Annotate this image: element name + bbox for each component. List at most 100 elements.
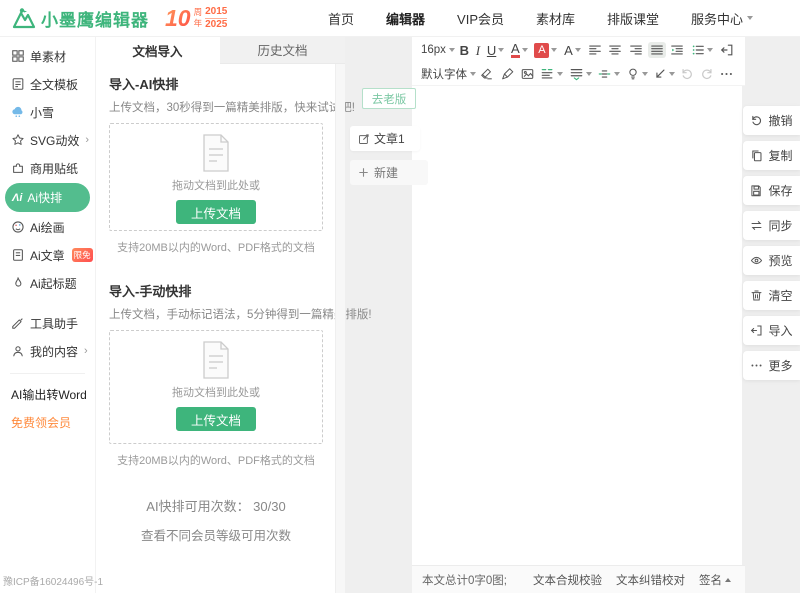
sidebar-item-tools[interactable]: 工具助手 xyxy=(0,309,95,337)
save-action-button[interactable]: 保存 xyxy=(743,176,800,205)
paragraph-spacing-icon[interactable] xyxy=(595,66,622,82)
panel-scrollbar[interactable] xyxy=(335,64,345,593)
ai-icon: Λi xyxy=(12,192,22,204)
bold-button[interactable]: B xyxy=(458,43,471,58)
insert-image-icon[interactable] xyxy=(518,66,537,82)
undo-action-button[interactable]: 撤销 xyxy=(743,106,800,135)
highlight-color-button[interactable]: A xyxy=(532,42,559,59)
proofread-link[interactable]: 文本纠错校对 xyxy=(616,572,685,588)
header: 小墨鹰编辑器 10 周 年 2015 2025 首页 编辑器 VIP会员 素材库… xyxy=(0,0,800,37)
upload-document-button[interactable]: 上传文档 xyxy=(176,200,256,224)
upload-document-button[interactable]: 上传文档 xyxy=(176,407,256,431)
anniversary-badge: 10 周 年 2015 2025 xyxy=(165,7,227,30)
align-left-button[interactable] xyxy=(586,42,604,58)
align-justify-button[interactable] xyxy=(648,42,666,58)
font-color-button[interactable]: A xyxy=(509,41,530,59)
underline-button[interactable]: U xyxy=(485,43,506,58)
insert-outdent-button[interactable] xyxy=(718,42,736,58)
preview-action-button[interactable]: 预览 xyxy=(743,246,800,275)
sidebar-item-stickers[interactable]: 商用贴纸 xyxy=(0,154,95,182)
align-right-button[interactable] xyxy=(627,42,645,58)
upload-dropzone-ai[interactable]: 拖动文档到此处或 上传文档 xyxy=(109,123,323,231)
new-document-button[interactable]: 新建 xyxy=(350,160,428,185)
document-tab[interactable]: 文章1 xyxy=(350,126,420,151)
chevron-right-icon: › xyxy=(85,134,89,146)
copy-action-button[interactable]: 复制 xyxy=(743,141,800,170)
article-icon xyxy=(11,248,25,262)
nav-classroom[interactable]: 排版课堂 xyxy=(607,9,659,28)
undo-icon[interactable] xyxy=(678,66,696,82)
sidebar-item-ai-title[interactable]: Ai起标题 xyxy=(0,269,95,297)
tab-history-documents[interactable]: 历史文档 xyxy=(220,36,345,64)
more-icon[interactable] xyxy=(717,66,736,82)
panel-body: 导入-AI快排 上传文档，30秒得到一篇精美排版，快来试试吧! 拖动文档到此处或… xyxy=(95,64,345,544)
sidebar-item-ai-painting[interactable]: Ai绘画 xyxy=(0,213,95,241)
clear-format-icon[interactable] xyxy=(477,66,496,82)
edit-icon xyxy=(358,133,370,145)
font-size-select[interactable]: 16px xyxy=(421,44,455,56)
drop-hint: 拖动文档到此处或 xyxy=(172,177,260,193)
section-title-manual-import: 导入-手动快排 xyxy=(109,281,323,300)
clear-action-button[interactable]: 清空 xyxy=(743,281,800,310)
tab-document-import[interactable]: 文档导入 xyxy=(95,36,220,64)
sidebar-item-full-template[interactable]: 全文模板 xyxy=(0,70,95,98)
more-action-button[interactable]: 更多 xyxy=(743,351,800,380)
line-height-icon[interactable] xyxy=(567,66,594,82)
nav-vip[interactable]: VIP会员 xyxy=(457,9,504,28)
signature-toggle[interactable]: 签名 xyxy=(699,572,731,588)
align-center-button[interactable] xyxy=(606,42,624,58)
left-sidebar: 单素材 全文模板 小雪 SVG动效 › 商用贴纸 Λi Ai快排 Ai绘画 xyxy=(0,36,96,593)
import-icon xyxy=(750,324,763,337)
upload-dropzone-manual[interactable]: 拖动文档到此处或 上传文档 xyxy=(109,330,323,444)
nav-editor[interactable]: 编辑器 xyxy=(386,9,425,28)
trash-icon xyxy=(750,289,763,302)
old-version-button[interactable]: 去老版 xyxy=(362,88,416,109)
compliance-check-link[interactable]: 文本合规校验 xyxy=(533,572,602,588)
divider xyxy=(10,373,85,374)
editor-toolbar: 16px B I U A A A 默认字体 xyxy=(412,36,745,86)
redo-icon[interactable] xyxy=(698,66,716,82)
editor-status-bar: 本文总计0字0图; 文本合规校验 文本纠错校对 签名 xyxy=(412,565,745,593)
letter-spacing-icon[interactable] xyxy=(538,66,565,82)
quota-tiers-link[interactable]: 查看不同会员等级可用次数 xyxy=(109,525,323,544)
sidebar-item-ai-article[interactable]: Ai文章 限免 xyxy=(0,241,95,269)
chevron-up-icon xyxy=(725,578,731,582)
char-spacing-button[interactable]: A xyxy=(562,43,583,58)
logo[interactable]: 小墨鹰编辑器 xyxy=(12,6,149,31)
sidebar-item-xiaoxue[interactable]: 小雪 xyxy=(0,98,95,126)
panel-tabs: 文档导入 历史文档 xyxy=(95,36,345,64)
nav-materials[interactable]: 素材库 xyxy=(536,9,575,28)
chevron-down-icon xyxy=(747,16,753,20)
sticker-icon xyxy=(11,161,25,175)
section-title-ai-import: 导入-AI快排 xyxy=(109,74,323,93)
section-subtitle-manual-import: 上传文档，手动标记语法，5分钟得到一篇精美排版! xyxy=(109,306,323,322)
anniversary-year-from: 2015 xyxy=(205,7,227,19)
indent-button[interactable] xyxy=(668,42,686,58)
sidebar-item-ai-quick-layout[interactable]: Λi Ai快排 xyxy=(5,183,90,212)
diagonal-arrow-icon[interactable] xyxy=(651,66,677,82)
sync-action-button[interactable]: 同步 xyxy=(743,211,800,240)
star-icon xyxy=(11,133,25,147)
copy-icon xyxy=(750,149,763,162)
font-family-select[interactable]: 默认字体 xyxy=(421,66,476,82)
sidebar-item-my-content[interactable]: 我的内容 › xyxy=(0,337,95,365)
icp-record: 豫ICP备16024496号-1 xyxy=(3,573,103,588)
more-icon xyxy=(750,359,763,372)
sidebar-item-single-material[interactable]: 单素材 xyxy=(0,42,95,70)
anniversary-zhou: 周 xyxy=(194,7,203,18)
nav-service-center[interactable]: 服务中心 xyxy=(691,9,753,28)
nav-home[interactable]: 首页 xyxy=(328,9,354,28)
import-action-button[interactable]: 导入 xyxy=(743,316,800,345)
template-icon xyxy=(11,77,25,91)
list-button[interactable] xyxy=(689,42,715,58)
format-painter-icon[interactable] xyxy=(498,66,517,82)
free-vip-link[interactable]: 免费领会员 xyxy=(0,410,95,434)
flame-icon xyxy=(11,276,25,290)
anniversary-nian: 年 xyxy=(194,18,203,29)
italic-button[interactable]: I xyxy=(474,43,482,58)
editor-canvas[interactable] xyxy=(412,85,742,565)
grid-icon xyxy=(11,49,25,63)
ai-to-word-link[interactable]: AI输出转Word xyxy=(0,382,95,406)
sidebar-item-svg-effects[interactable]: SVG动效 › xyxy=(0,126,95,154)
lamp-icon[interactable] xyxy=(624,66,650,82)
